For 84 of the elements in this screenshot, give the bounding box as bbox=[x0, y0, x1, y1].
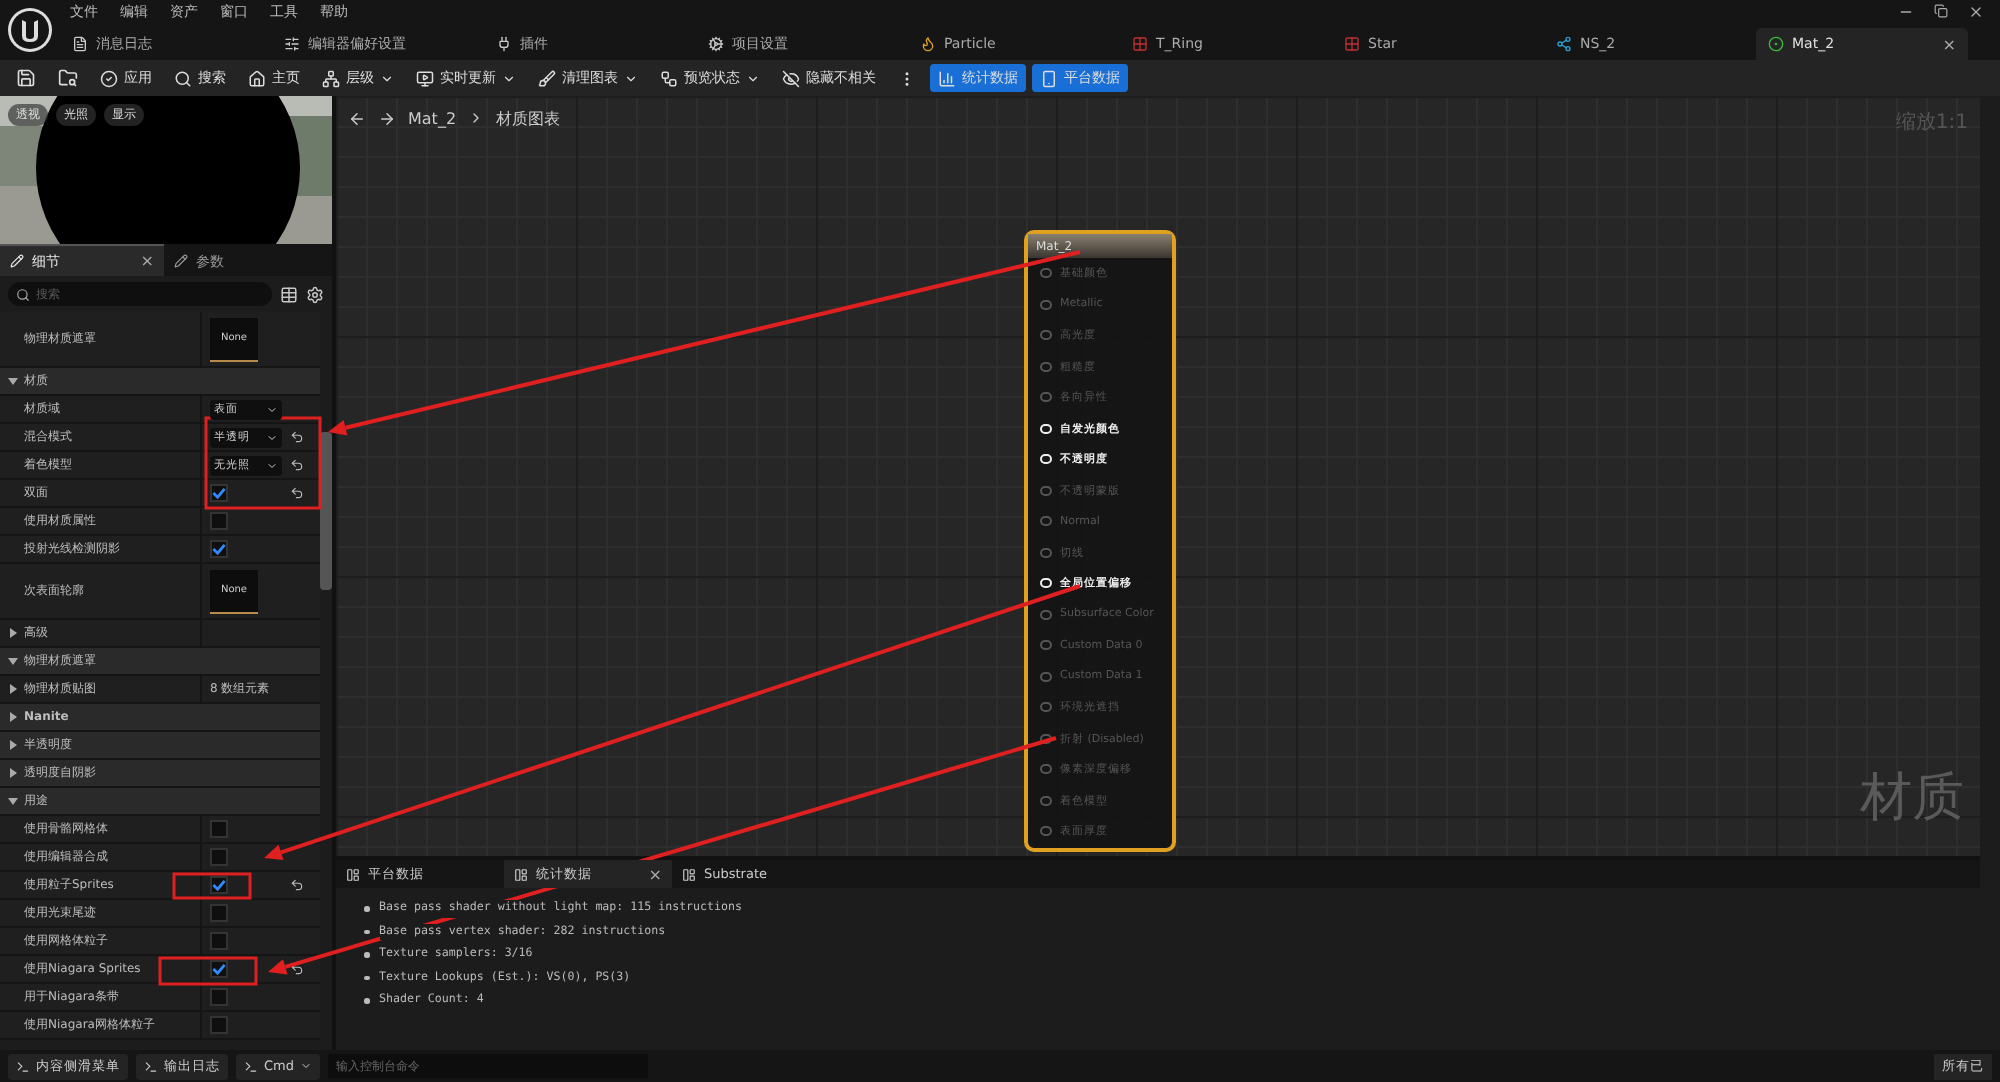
bullet-icon bbox=[364, 952, 369, 957]
caret-icon bbox=[502, 71, 516, 85]
close-tab-button[interactable]: × bbox=[648, 865, 662, 883]
checkbox[interactable] bbox=[210, 988, 228, 1006]
scrollbar[interactable] bbox=[320, 432, 332, 590]
brush-icon bbox=[538, 69, 556, 87]
breadcrumb[interactable]: 材质图表 bbox=[496, 107, 561, 129]
reset-icon[interactable] bbox=[289, 486, 303, 500]
highlight-frame bbox=[204, 416, 322, 510]
close-icon[interactable] bbox=[1968, 4, 1984, 20]
graph-label: 材质 bbox=[1860, 766, 1964, 832]
chart-icon bbox=[938, 69, 956, 87]
tab-icon bbox=[72, 36, 88, 52]
search-icon bbox=[174, 69, 192, 87]
terminal-icon bbox=[16, 1059, 30, 1073]
checkbox[interactable] bbox=[210, 960, 228, 978]
monitor-icon bbox=[416, 69, 434, 87]
caret-icon bbox=[266, 403, 278, 415]
collapse-arrow-icon[interactable] bbox=[8, 656, 18, 666]
hierarchy-icon bbox=[322, 69, 340, 87]
save-icon[interactable] bbox=[16, 68, 36, 88]
panel-icon bbox=[682, 867, 696, 881]
caret-icon bbox=[300, 1060, 312, 1072]
checkbox[interactable] bbox=[210, 512, 228, 530]
highlight-frame bbox=[158, 956, 258, 986]
bullet-icon bbox=[364, 929, 369, 934]
phone-icon bbox=[1040, 69, 1058, 87]
folder-search-icon[interactable] bbox=[58, 68, 78, 88]
eye-off-icon bbox=[782, 69, 800, 87]
collapse-arrow-icon[interactable] bbox=[8, 796, 18, 806]
expand-arrow-icon[interactable] bbox=[8, 712, 18, 722]
expand-arrow-icon[interactable] bbox=[8, 628, 18, 638]
panel-icon bbox=[346, 867, 360, 881]
checkbox[interactable] bbox=[210, 540, 228, 558]
caret-icon bbox=[380, 71, 394, 85]
highlight-frame bbox=[172, 872, 252, 900]
expand-arrow-icon[interactable] bbox=[8, 768, 18, 778]
restore-icon[interactable] bbox=[1934, 4, 1948, 18]
tab-icon bbox=[1344, 36, 1360, 52]
forward-icon[interactable] bbox=[378, 109, 396, 127]
expand-arrow-icon[interactable] bbox=[8, 684, 18, 694]
table-icon[interactable] bbox=[280, 285, 298, 303]
check-circle-icon bbox=[100, 69, 118, 87]
workflow-icon bbox=[660, 69, 678, 87]
reset-icon[interactable] bbox=[289, 458, 303, 472]
checkbox[interactable] bbox=[210, 848, 228, 866]
tab-icon bbox=[1768, 36, 1784, 52]
checkbox[interactable] bbox=[210, 820, 228, 838]
checkbox[interactable] bbox=[210, 904, 228, 922]
search-icon bbox=[16, 287, 30, 301]
tab-icon bbox=[1556, 36, 1572, 52]
tab-icon bbox=[284, 36, 300, 52]
bullet-icon bbox=[364, 906, 369, 911]
breadcrumb[interactable]: Mat_2 bbox=[408, 109, 457, 127]
collapse-arrow-icon[interactable] bbox=[8, 376, 18, 386]
logo-icon[interactable] bbox=[6, 6, 54, 54]
expand-arrow-icon[interactable] bbox=[8, 740, 18, 750]
caret-icon bbox=[266, 431, 278, 443]
reset-icon[interactable] bbox=[289, 430, 303, 444]
terminal-icon bbox=[144, 1059, 158, 1073]
tab-icon bbox=[920, 36, 936, 52]
tab-icon bbox=[708, 36, 724, 52]
bullet-icon bbox=[364, 975, 369, 980]
tab-icon bbox=[1132, 36, 1148, 52]
checkbox[interactable] bbox=[210, 876, 228, 894]
settings-icon[interactable] bbox=[306, 285, 324, 303]
close-tab-button[interactable]: × bbox=[1942, 35, 1956, 53]
reset-icon[interactable] bbox=[289, 878, 303, 892]
tab-icon bbox=[496, 36, 512, 52]
close-tab-button[interactable]: × bbox=[140, 252, 154, 270]
terminal-icon bbox=[244, 1059, 258, 1073]
home-icon bbox=[248, 69, 266, 87]
bullet-icon bbox=[364, 998, 369, 1003]
caret-icon bbox=[266, 459, 278, 471]
caret-icon bbox=[746, 71, 760, 85]
checkbox[interactable] bbox=[210, 932, 228, 950]
pencil-icon bbox=[174, 254, 188, 268]
checkbox[interactable] bbox=[210, 484, 228, 502]
back-icon[interactable] bbox=[348, 109, 366, 127]
pencil-icon bbox=[10, 254, 24, 268]
reset-icon[interactable] bbox=[289, 962, 303, 976]
checkbox[interactable] bbox=[210, 1016, 228, 1034]
panel-icon bbox=[514, 867, 528, 881]
caret-icon bbox=[624, 71, 638, 85]
